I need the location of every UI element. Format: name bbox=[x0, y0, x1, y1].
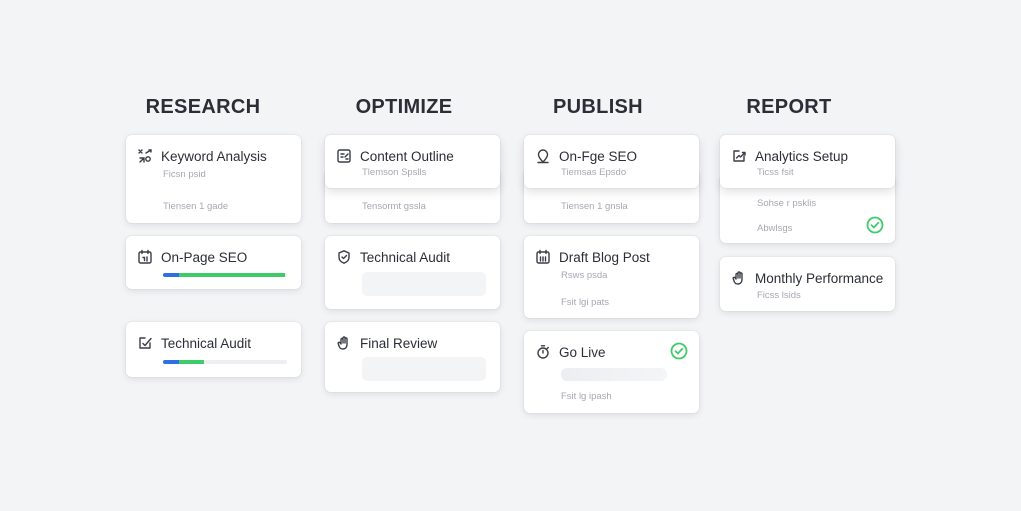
column-title-publish: PUBLISH bbox=[553, 96, 643, 118]
hand-icon bbox=[731, 270, 747, 286]
card-detail: Tensormt gssla bbox=[362, 201, 426, 212]
task-card-content-outline[interactable]: Content Outline Tlemson Spslls bbox=[325, 135, 500, 188]
card-title: Final Review bbox=[360, 335, 438, 351]
task-card-analytics-setup[interactable]: Analytics Setup Ticss fsit bbox=[720, 135, 895, 188]
content-placeholder bbox=[362, 357, 486, 381]
analytics-icon bbox=[731, 148, 747, 164]
content-placeholder bbox=[362, 272, 486, 296]
progress-bar bbox=[163, 360, 287, 364]
task-card-on-page-seo[interactable]: On-Page SEO bbox=[126, 236, 301, 289]
card-detail: Tlemson Spslls bbox=[362, 167, 427, 178]
shield-icon bbox=[336, 249, 352, 265]
card-title: Analytics Setup bbox=[755, 148, 849, 164]
task-card-on-page-seo-publish[interactable]: On-Fge SEO Tiemsas Epsdo bbox=[524, 135, 699, 188]
completed-check-icon bbox=[670, 342, 688, 360]
task-card-technical-audit-optimize[interactable]: Technical Audit bbox=[325, 236, 500, 309]
card-detail: Rsws psda bbox=[561, 270, 608, 281]
hand-icon bbox=[336, 335, 352, 351]
card-title: Technical Audit bbox=[360, 249, 451, 265]
card-detail: Fsit lg ipash bbox=[561, 391, 612, 402]
card-detail: Ticss fsit bbox=[757, 167, 794, 178]
card-title: Keyword Analysis bbox=[161, 148, 267, 164]
calendar-icon bbox=[137, 249, 153, 265]
card-detail: Tiensen 1 gnsla bbox=[561, 201, 628, 212]
card-title: Draft Blog Post bbox=[559, 249, 650, 265]
task-card-technical-audit[interactable]: Technical Audit bbox=[126, 322, 301, 377]
card-title: Technical Audit bbox=[161, 335, 252, 351]
location-pin-icon bbox=[535, 148, 551, 164]
card-title: Monthly Performance bbox=[755, 270, 884, 286]
timer-icon bbox=[535, 344, 551, 360]
card-title: On-Page SEO bbox=[161, 249, 248, 265]
task-card-go-live[interactable]: Go Live Fsit lg ipash bbox=[524, 331, 699, 413]
column-title-research: RESEARCH bbox=[145, 96, 261, 118]
draft-calendar-icon bbox=[535, 249, 551, 265]
column-title-report: REPORT bbox=[746, 96, 832, 118]
task-card-final-review[interactable]: Final Review bbox=[325, 322, 500, 392]
card-detail: Ficss lsids bbox=[757, 290, 801, 301]
card-title: Go Live bbox=[559, 344, 606, 360]
column-title-optimize: OPTIMIZE bbox=[355, 96, 453, 118]
card-detail: Fsit lgi pats bbox=[561, 297, 610, 308]
outline-icon bbox=[336, 148, 352, 164]
task-card-monthly-performance[interactable]: Monthly Performance Ficss lsids bbox=[720, 257, 895, 311]
card-detail: Tiemsas Epsdo bbox=[561, 167, 627, 178]
card-title: On-Fge SEO bbox=[559, 148, 638, 164]
completed-check-icon bbox=[866, 216, 884, 234]
task-card-draft-blog-post[interactable]: Draft Blog Post Rsws psda Fsit lgi pats bbox=[524, 236, 699, 318]
edit-check-icon bbox=[137, 335, 153, 351]
content-placeholder bbox=[561, 368, 667, 381]
card-detail: Ficsn psid bbox=[163, 169, 206, 180]
card-title: Content Outline bbox=[360, 148, 454, 164]
progress-bar bbox=[163, 273, 287, 277]
card-detail: Abwlsgs bbox=[757, 223, 793, 234]
task-card-keyword-analysis[interactable]: Keyword Analysis Ficsn psid Tiensen 1 ga… bbox=[126, 135, 301, 223]
card-detail: Sohse r psklis bbox=[757, 198, 817, 209]
card-detail: Tiensen 1 gade bbox=[163, 201, 229, 212]
keyword-icon bbox=[137, 148, 153, 164]
